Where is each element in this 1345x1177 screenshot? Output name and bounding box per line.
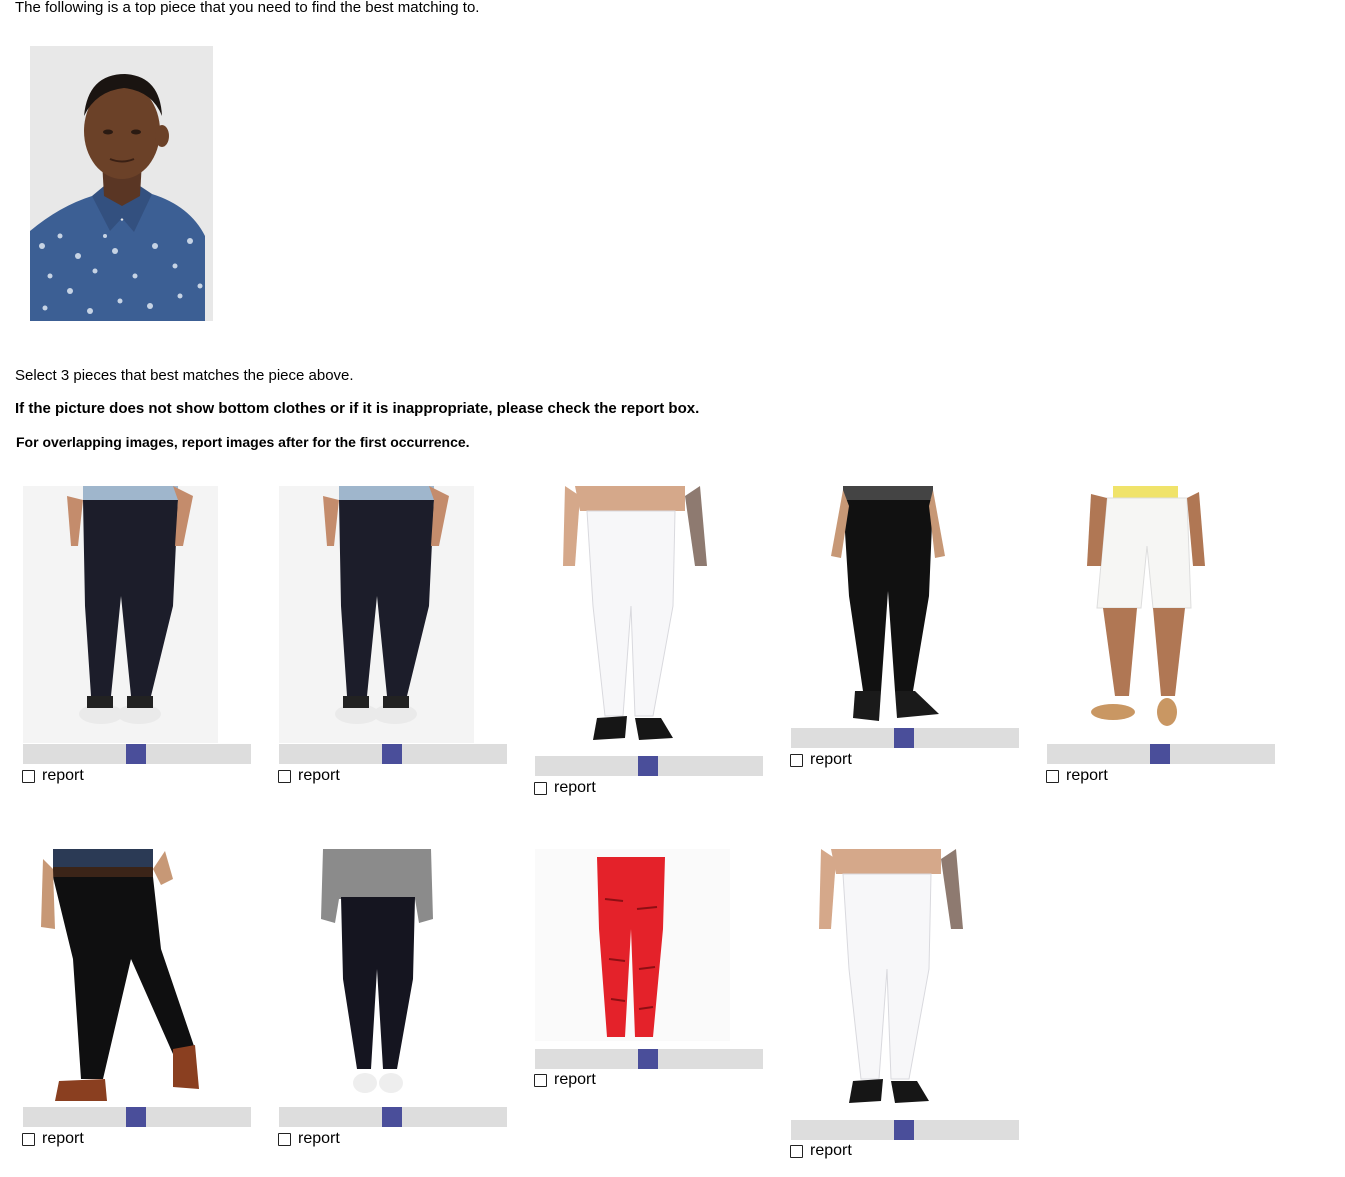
white-jeans-image xyxy=(791,849,986,1111)
report-checkbox-row[interactable]: report xyxy=(278,766,340,786)
rating-slider[interactable] xyxy=(1047,744,1275,764)
rating-slider[interactable] xyxy=(535,1049,763,1069)
slider-thumb[interactable] xyxy=(126,744,146,764)
black-skinny-jeans-image xyxy=(279,849,474,1106)
rating-slider[interactable] xyxy=(279,1107,507,1127)
black-jeans-image xyxy=(791,486,986,726)
slider-thumb[interactable] xyxy=(894,1120,914,1140)
white-jeans-image xyxy=(535,486,730,748)
report-checkbox[interactable] xyxy=(278,769,291,783)
report-checkbox-row[interactable]: report xyxy=(22,1129,84,1149)
report-checkbox-row[interactable]: report xyxy=(1046,766,1108,786)
slider-thumb[interactable] xyxy=(894,728,914,748)
rating-slider[interactable] xyxy=(535,756,763,776)
report-checkbox-row[interactable]: report xyxy=(790,750,852,770)
slider-thumb[interactable] xyxy=(126,1107,146,1127)
rating-slider[interactable] xyxy=(279,744,507,764)
rating-slider[interactable] xyxy=(791,728,1019,748)
rating-slider[interactable] xyxy=(23,1107,251,1127)
report-label: report xyxy=(1066,767,1108,784)
black-chinos-image xyxy=(23,849,218,1106)
intro-text: The following is a top piece that you ne… xyxy=(15,0,480,16)
rating-slider[interactable] xyxy=(23,744,251,764)
report-checkbox[interactable] xyxy=(1046,769,1059,783)
report-checkbox[interactable] xyxy=(790,753,803,767)
report-checkbox[interactable] xyxy=(22,769,35,783)
report-checkbox[interactable] xyxy=(22,1132,35,1146)
report-label: report xyxy=(298,767,340,784)
report-instruction: If the picture does not show bottom clot… xyxy=(15,400,700,417)
rating-slider[interactable] xyxy=(791,1120,1019,1140)
report-checkbox-row[interactable]: report xyxy=(534,1070,596,1090)
report-label: report xyxy=(298,1130,340,1147)
navy-jeans-image xyxy=(23,486,218,743)
report-label: report xyxy=(810,751,852,768)
slider-thumb[interactable] xyxy=(638,1049,658,1069)
report-checkbox-row[interactable]: report xyxy=(22,766,84,786)
report-label: report xyxy=(554,779,596,796)
red-ripped-jeans-image xyxy=(535,849,730,1041)
report-label: report xyxy=(554,1071,596,1088)
report-label: report xyxy=(810,1142,852,1159)
report-checkbox[interactable] xyxy=(534,781,547,795)
report-checkbox[interactable] xyxy=(278,1132,291,1146)
report-checkbox-row[interactable]: report xyxy=(534,778,596,798)
select-instruction: Select 3 pieces that best matches the pi… xyxy=(15,367,354,384)
overlap-instruction: For overlapping images, report images af… xyxy=(16,434,470,450)
report-checkbox-row[interactable]: report xyxy=(278,1129,340,1149)
slider-thumb[interactable] xyxy=(638,756,658,776)
report-checkbox-row[interactable]: report xyxy=(790,1141,852,1161)
navy-jeans-image xyxy=(279,486,474,743)
report-checkbox[interactable] xyxy=(534,1073,547,1087)
report-label: report xyxy=(42,1130,84,1147)
slider-thumb[interactable] xyxy=(382,1107,402,1127)
top-piece-image xyxy=(30,46,213,321)
slider-thumb[interactable] xyxy=(382,744,402,764)
report-checkbox[interactable] xyxy=(790,1144,803,1158)
slider-thumb[interactable] xyxy=(1150,744,1170,764)
report-label: report xyxy=(42,767,84,784)
white-shorts-image xyxy=(1047,486,1242,743)
